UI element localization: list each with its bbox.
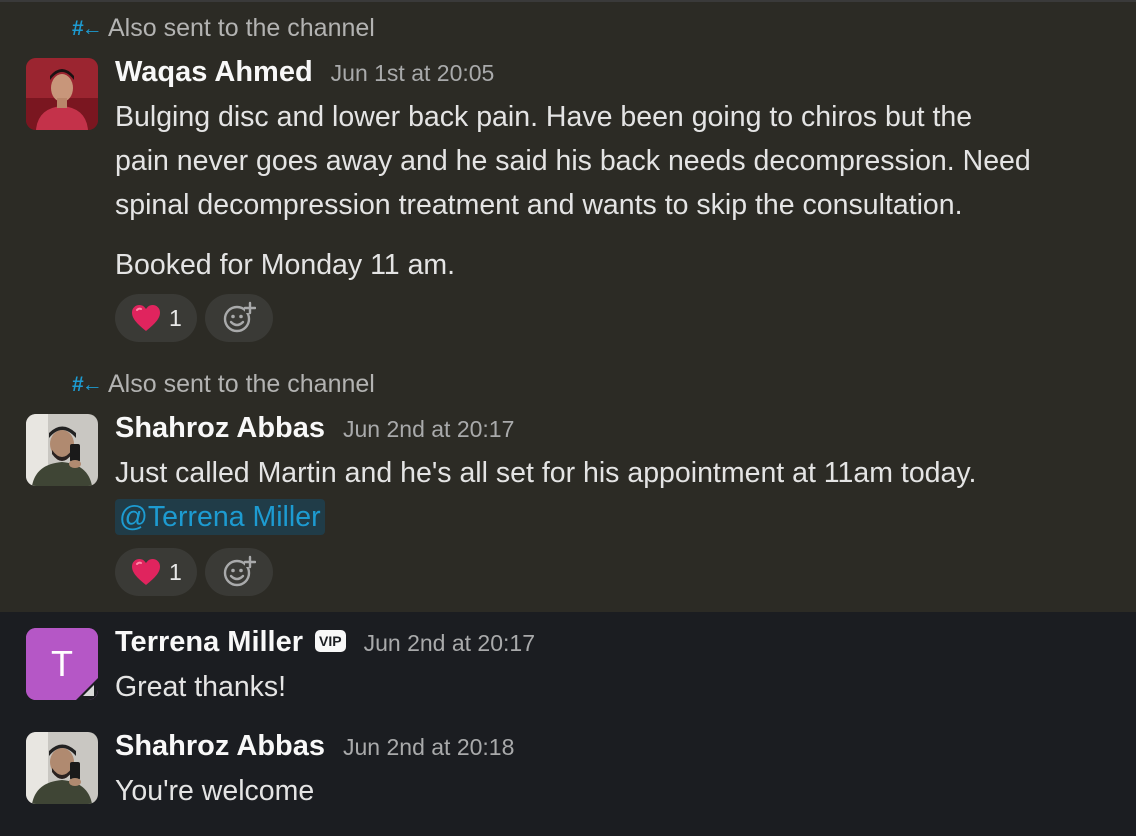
add-emoji-icon (223, 301, 256, 333)
avatar-photo-icon (26, 58, 98, 130)
message-header: Shahroz Abbas Jun 2nd at 20:18 (115, 730, 514, 763)
add-reaction-button[interactable] (205, 294, 273, 342)
user-mention-link[interactable]: @Terrena Miller (115, 499, 325, 535)
avatar[interactable] (26, 414, 98, 486)
also-sent-label: Also sent to the channel (108, 370, 375, 398)
message-body: Bulging disc and lower back pain. Have b… (115, 95, 1031, 227)
heart-emoji-icon (132, 559, 160, 585)
reaction-pill[interactable]: 1 (115, 294, 197, 342)
avatar-photo-icon (26, 414, 98, 486)
avatar-photo-icon (26, 732, 98, 804)
author-name[interactable]: Terrena Miller (115, 626, 303, 659)
author-name[interactable]: Shahroz Abbas (115, 412, 325, 445)
also-sent-label: Also sent to the channel (108, 14, 375, 42)
message-line: Bulging disc and lower back pain. Have b… (115, 101, 973, 133)
timestamp[interactable]: Jun 2nd at 20:17 (364, 630, 535, 657)
message-line: Just called Martin and he's all set for … (115, 457, 977, 489)
timestamp[interactable]: Jun 1st at 20:05 (331, 60, 495, 87)
message-line: @Terrena Miller (115, 495, 325, 539)
avatar-letter: T (51, 643, 73, 684)
thread-view: #← Also sent to the channel Waqas Ahmed … (0, 0, 1136, 836)
timestamp[interactable]: Jun 2nd at 20:17 (343, 416, 514, 443)
add-reaction-button[interactable] (205, 548, 273, 596)
message-line: pain never goes away and he said his bac… (115, 145, 1031, 177)
message-header: Waqas Ahmed Jun 1st at 20:05 (115, 56, 494, 89)
channel-reply-icon: #← (72, 372, 103, 396)
heart-emoji-icon (132, 305, 160, 331)
vip-badge: VIP (315, 630, 346, 652)
message-header: Terrena Miller VIP Jun 2nd at 20:17 (115, 626, 535, 659)
message-line: Great thanks! (115, 671, 287, 703)
author-name[interactable]: Shahroz Abbas (115, 730, 325, 763)
reaction-count: 1 (169, 558, 182, 585)
avatar[interactable] (26, 58, 98, 130)
message-line: Booked for Monday 11 am. (115, 249, 456, 281)
avatar[interactable] (26, 732, 98, 804)
channel-reply-icon: #← (72, 16, 103, 40)
also-sent-indicator: #← Also sent to the channel (0, 14, 375, 43)
timestamp[interactable]: Jun 2nd at 20:18 (343, 734, 514, 761)
reaction-pill[interactable]: 1 (115, 548, 197, 596)
reaction-count: 1 (169, 304, 182, 331)
also-sent-indicator: #← Also sent to the channel (0, 370, 375, 399)
message-line: You're welcome (115, 775, 315, 807)
message-header: Shahroz Abbas Jun 2nd at 20:17 (115, 412, 514, 445)
author-name[interactable]: Waqas Ahmed (115, 56, 313, 89)
add-emoji-icon (223, 555, 256, 587)
message-line: spinal decompression treatment and wants… (115, 189, 963, 221)
avatar[interactable]: T (26, 628, 98, 700)
